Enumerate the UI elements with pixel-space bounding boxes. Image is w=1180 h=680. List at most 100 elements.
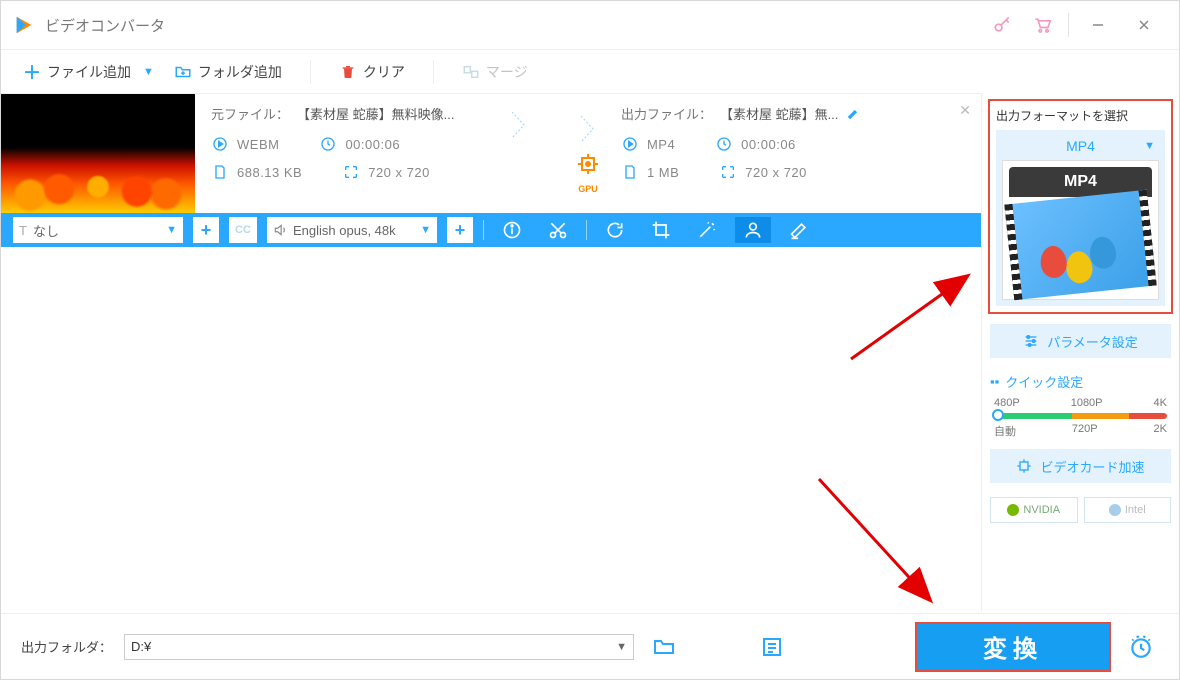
subtitle-t-icon: T <box>19 223 27 238</box>
slider-label: 自動 <box>994 423 1016 439</box>
out-format: MP4 <box>647 137 675 152</box>
src-format: WEBM <box>237 137 279 152</box>
task-list-icon[interactable] <box>754 629 790 665</box>
intel-chip: Intel <box>1084 497 1172 523</box>
right-panel: 出力フォーマットを選択 MP4 ▼ MP4 パラメータ設定 ▪▪ クイック設定 <box>981 93 1179 611</box>
format-panel-title: 出力フォーマットを選択 <box>996 107 1165 124</box>
chevron-down-icon[interactable]: ▼ <box>143 66 154 78</box>
file-row[interactable]: 元ファイル： 【素材屋 蛇藤】無料映像... WEBM 00:00:06 688… <box>1 93 981 213</box>
subtitle-dropdown[interactable]: T なし ▼ <box>13 217 183 243</box>
output-info-column: ✕ 出力ファイル： 【素材屋 蛇藤】無... MP4 00:00:06 1 MB… <box>605 94 981 213</box>
add-audio-button[interactable]: + <box>447 217 473 243</box>
merge-label: マージ <box>486 62 528 82</box>
video-thumbnail[interactable] <box>1 94 195 213</box>
add-file-button[interactable]: ＋ ファイル追加 ▼ <box>17 55 160 89</box>
quick-icon: ▪▪ <box>990 374 999 389</box>
add-folder-label: フォルダ追加 <box>198 62 282 82</box>
slider-label: 480P <box>994 397 1020 409</box>
format-highlight-box: 出力フォーマットを選択 MP4 ▼ MP4 <box>988 99 1173 314</box>
output-path: D:¥ <box>131 639 151 654</box>
clear-button[interactable]: クリア <box>333 58 411 86</box>
add-file-label: ファイル追加 <box>47 62 131 82</box>
resolution-icon <box>342 163 360 181</box>
trash-icon <box>339 63 357 81</box>
output-folder-label: 出力フォルダ： <box>21 637 112 656</box>
source-file-label: 元ファイル： <box>211 104 289 123</box>
clock-icon <box>715 135 733 153</box>
src-resolution: 720 x 720 <box>368 165 430 180</box>
crop-icon[interactable] <box>643 217 679 243</box>
format-name: MP4 <box>1066 138 1095 154</box>
intel-label: Intel <box>1125 504 1146 516</box>
edit-icon[interactable] <box>846 107 860 121</box>
convert-label: 変換 <box>983 629 1043 664</box>
parameter-label: パラメータ設定 <box>1047 332 1138 351</box>
chip-icon <box>1016 458 1032 474</box>
remove-file-icon[interactable]: ✕ <box>959 102 971 119</box>
play-circle-icon <box>621 135 639 153</box>
clear-label: クリア <box>363 62 405 82</box>
output-file-label: 出力ファイル： <box>621 104 712 123</box>
file-icon <box>621 163 639 181</box>
convert-button[interactable]: 変換 <box>915 622 1111 672</box>
merge-icon <box>462 63 480 81</box>
file-actionbar: T なし ▼ + CC English opus, 48k ▼ + <box>1 213 981 247</box>
subtitle-value: なし <box>33 221 160 240</box>
merge-button: マージ <box>456 58 534 86</box>
slider-label: 720P <box>1072 423 1098 439</box>
sliders-icon <box>1023 333 1039 349</box>
hw-accel-label: ビデオカード加速 <box>1040 457 1144 476</box>
speaker-icon <box>273 223 287 237</box>
gpu-label: GPU <box>578 184 598 194</box>
slider-knob[interactable] <box>992 409 1004 421</box>
minimize-icon[interactable] <box>1075 5 1121 45</box>
quality-slider[interactable] <box>994 413 1167 419</box>
src-size: 688.13 KB <box>237 165 302 180</box>
open-folder-icon[interactable] <box>646 629 682 665</box>
parameter-settings-button[interactable]: パラメータ設定 <box>990 324 1171 358</box>
intel-logo-icon <box>1109 504 1121 516</box>
slider-label: 4K <box>1154 397 1167 409</box>
quick-title: クイック設定 <box>1005 372 1083 391</box>
add-folder-button[interactable]: フォルダ追加 <box>168 58 288 86</box>
app-logo-icon <box>13 14 35 36</box>
schedule-icon[interactable] <box>1123 629 1159 665</box>
effects-icon[interactable] <box>689 217 725 243</box>
subtitle-edit-icon[interactable] <box>781 217 817 243</box>
play-circle-icon <box>211 135 229 153</box>
format-thumbnail: MP4 <box>1002 160 1159 300</box>
plus-icon: ＋ <box>23 59 41 85</box>
chevron-down-icon: ▼ <box>166 224 177 236</box>
rotate-icon[interactable] <box>597 217 633 243</box>
main-toolbar: ＋ ファイル追加 ▼ フォルダ追加 クリア マージ <box>1 49 1179 93</box>
source-file-name: 【素材屋 蛇藤】無料映像... <box>297 104 454 123</box>
out-resolution: 720 x 720 <box>745 165 807 180</box>
key-icon[interactable] <box>982 5 1022 45</box>
output-file-name: 【素材屋 蛇藤】無... <box>720 104 838 123</box>
watermark-icon[interactable] <box>735 217 771 243</box>
format-selector[interactable]: MP4 ▼ MP4 <box>996 130 1165 306</box>
cc-button[interactable]: CC <box>229 217 257 243</box>
cut-icon[interactable] <box>540 217 576 243</box>
file-icon <box>211 163 229 181</box>
cart-icon[interactable] <box>1022 5 1062 45</box>
src-duration: 00:00:06 <box>345 137 400 152</box>
out-size: 1 MB <box>647 165 679 180</box>
audio-value: English opus, 48k <box>293 223 414 238</box>
folder-plus-icon <box>174 63 192 81</box>
gpu-chip-icon <box>576 152 600 176</box>
chevron-down-icon[interactable]: ▼ <box>1144 140 1155 152</box>
nvidia-label: NVIDIA <box>1023 504 1060 516</box>
output-folder-dropdown[interactable]: D:¥ ▼ <box>124 634 634 660</box>
nvidia-chip[interactable]: NVIDIA <box>990 497 1078 523</box>
hardware-accel-button[interactable]: ビデオカード加速 <box>990 449 1171 483</box>
slider-label: 2K <box>1154 423 1167 439</box>
info-icon[interactable] <box>494 217 530 243</box>
slider-label: 1080P <box>1071 397 1103 409</box>
close-icon[interactable] <box>1121 5 1167 45</box>
chevron-down-icon: ▼ <box>420 224 431 236</box>
app-title: ビデオコンバータ <box>45 15 165 36</box>
add-subtitle-button[interactable]: + <box>193 217 219 243</box>
clock-icon <box>319 135 337 153</box>
audio-dropdown[interactable]: English opus, 48k ▼ <box>267 217 437 243</box>
